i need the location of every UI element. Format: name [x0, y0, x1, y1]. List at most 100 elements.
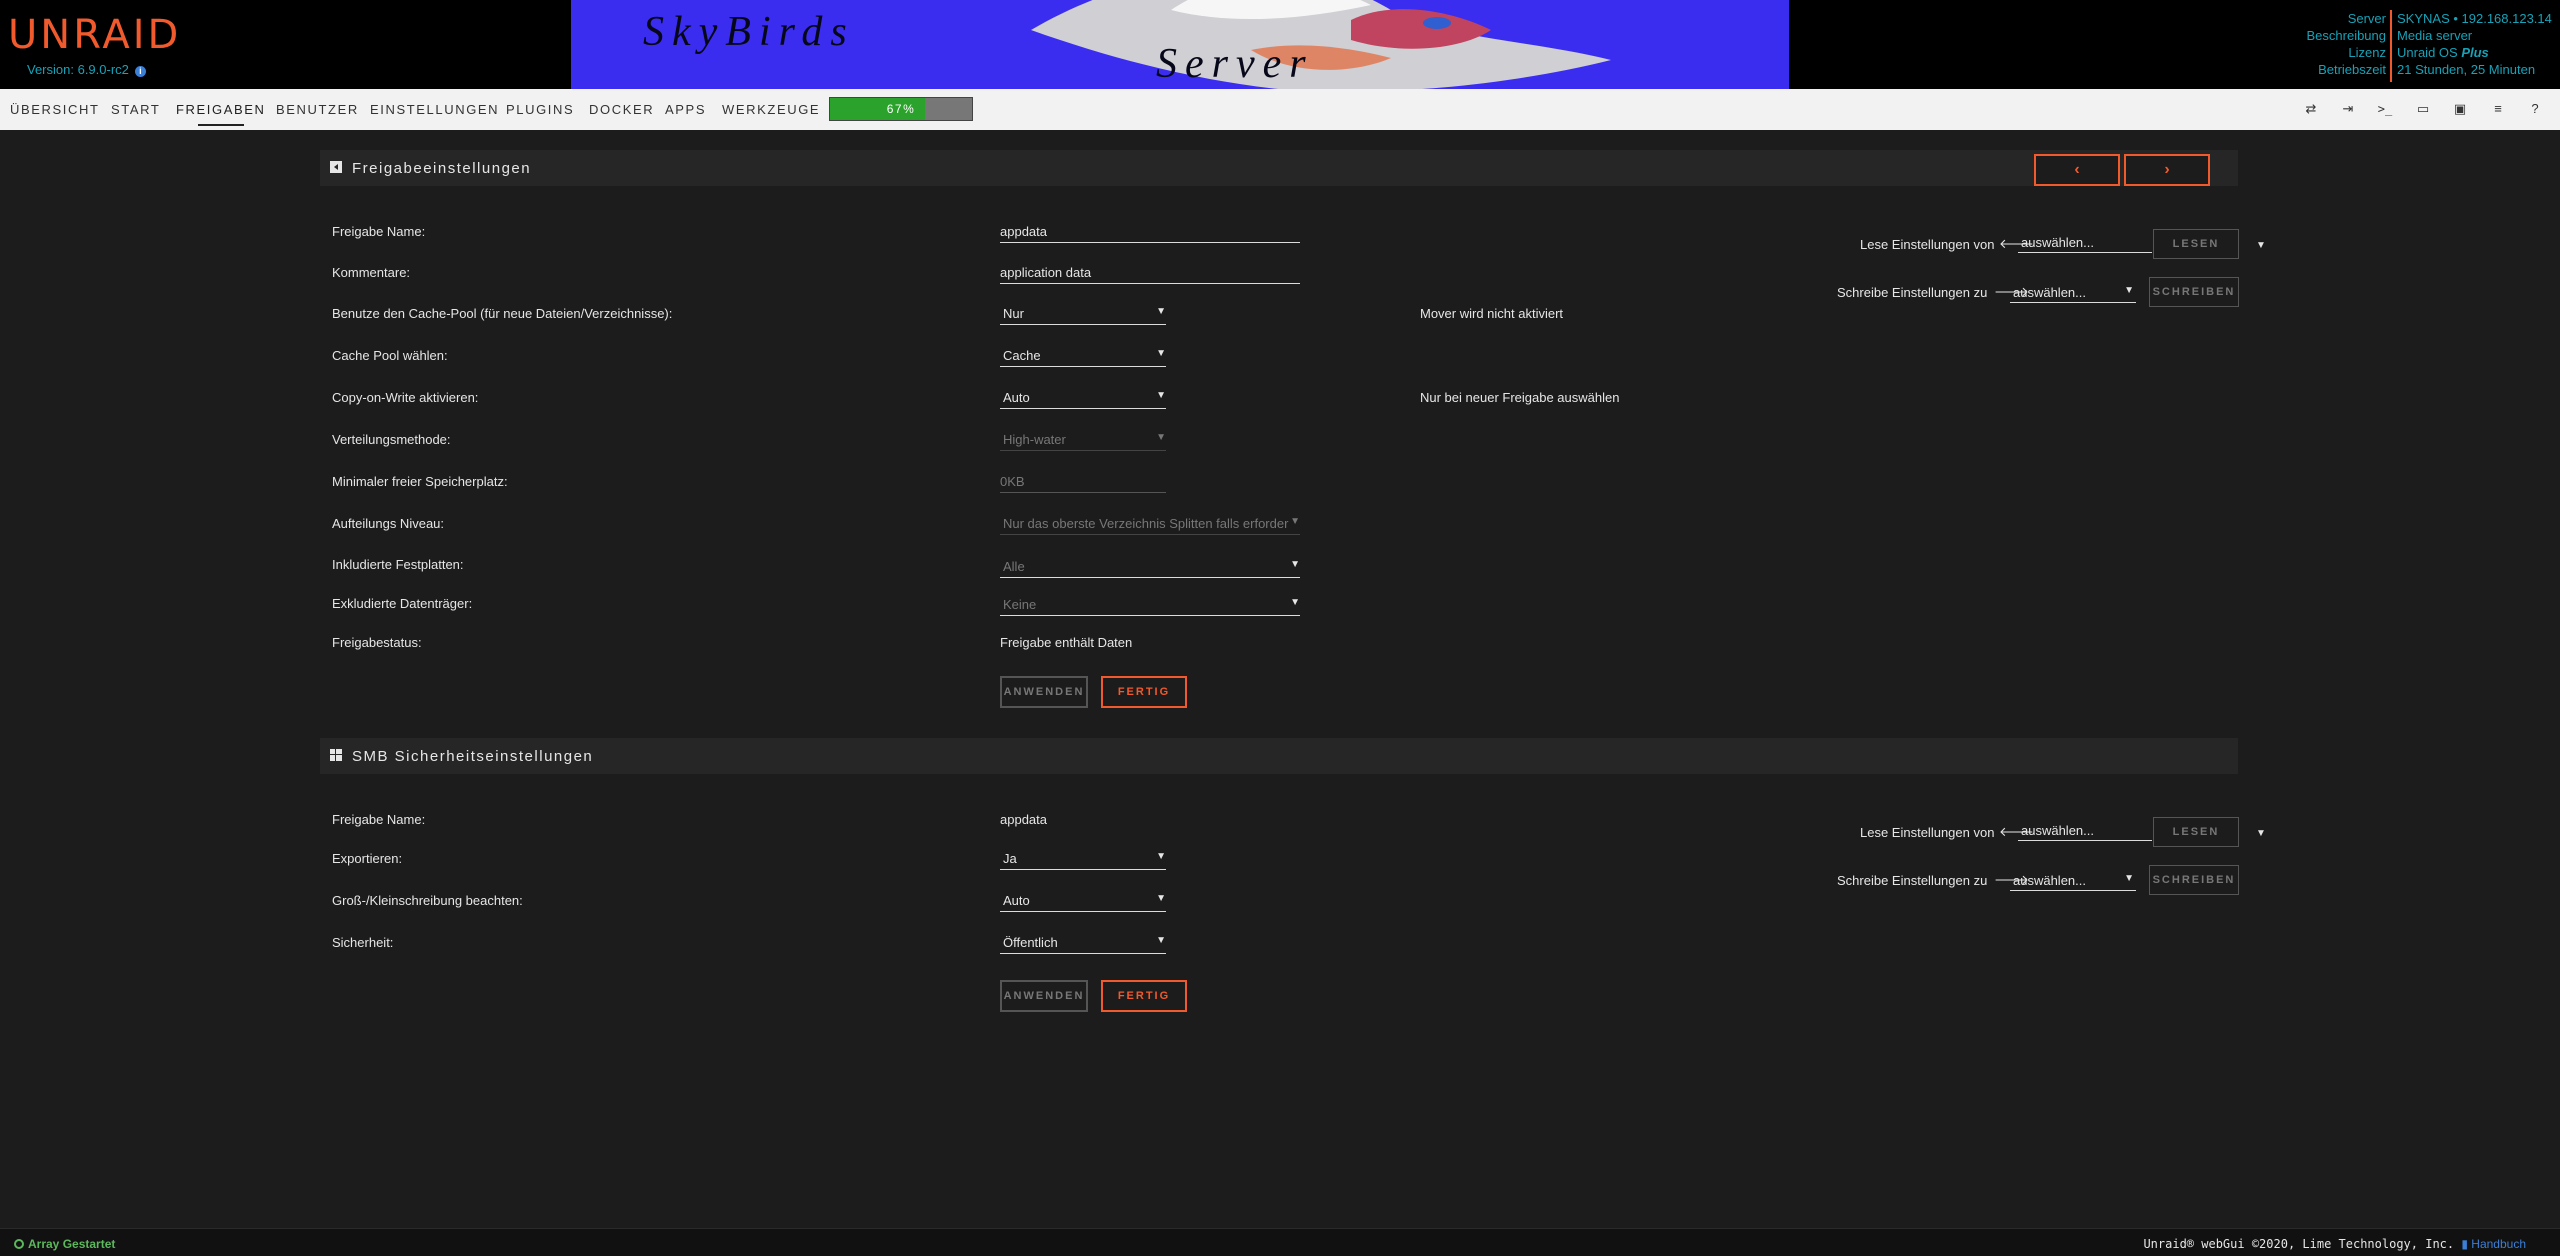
write-button[interactable]: SCHREIBEN [2149, 277, 2239, 307]
banner-subtitle: Server [1156, 41, 1314, 87]
version-label: Version: 6.9.0-rc2 [27, 62, 129, 77]
min-free-input[interactable]: 0KB [1000, 471, 1166, 493]
log-icon[interactable]: ≡ [2490, 101, 2506, 117]
comments-label: Kommentare: [332, 265, 411, 280]
read-button[interactable]: LESEN [2153, 229, 2239, 259]
windows-icon [330, 749, 342, 761]
smb-write-settings-label: Schreibe Einstellungen zu [1837, 873, 1988, 888]
allocation-label: Verteilungsmethode: [332, 432, 451, 447]
smb-write-settings-select[interactable]: auswählen... ▼ [2010, 871, 2136, 891]
array-status-text: Array Gestartet [28, 1237, 116, 1251]
share-name-input[interactable]: appdata [1000, 221, 1300, 243]
server-info-values: SKYNAS • 192.168.123.14 Media server Unr… [2397, 10, 2552, 78]
split-level-select[interactable]: Nur das oberste Verzeichnis Splitten fal… [1000, 513, 1300, 535]
done-button[interactable]: FERTIG [1101, 676, 1187, 708]
next-share-button[interactable]: › [2124, 154, 2210, 186]
excluded-disks-label: Exkludierte Datenträger: [332, 596, 473, 611]
excluded-disks-value: Keine [1003, 597, 1037, 612]
comments-input[interactable]: application data [1000, 262, 1300, 284]
smb-read-settings-value: auswählen... [2021, 823, 2094, 838]
security-select[interactable]: Öffentlich ▼ [1000, 932, 1166, 954]
footer: Array Gestartet Unraid® webGui ©2020, Li… [0, 1228, 2560, 1256]
excluded-disks-select[interactable]: Keine ▼ [1000, 594, 1300, 616]
smb-done-button[interactable]: FERTIG [1101, 980, 1187, 1012]
cow-value: Auto [1003, 390, 1030, 405]
smb-settings-header: SMB Sicherheitseinstellungen [320, 738, 2238, 774]
license-prefix: Unraid OS [2397, 45, 2462, 60]
share-name-label: Freigabe Name: [332, 224, 426, 239]
smb-read-settings-label: Lese Einstellungen von [1860, 825, 1995, 840]
utilization-progress: 67% [829, 97, 973, 121]
nav-item-overview[interactable]: ÜBERSICHT [10, 102, 100, 117]
copyright-text: Unraid® webGui ©2020, Lime Technology, I… [2143, 1237, 2462, 1251]
cow-note: Nur bei neuer Freigabe auswählen [1420, 390, 1620, 405]
case-sensitive-select[interactable]: Auto ▼ [1000, 890, 1166, 912]
min-free-label: Minimaler freier Speicherplatz: [332, 474, 508, 489]
cow-select[interactable]: Auto ▼ [1000, 387, 1166, 409]
use-cache-select[interactable]: Nur ▼ [1000, 303, 1166, 325]
chevron-down-icon[interactable]: ▼ [2256, 240, 2266, 251]
allocation-select[interactable]: High-water ▼ [1000, 429, 1166, 451]
nav-item-shares[interactable]: FREIGABEN [176, 102, 266, 126]
read-settings-label: Lese Einstellungen von [1860, 237, 1995, 252]
included-disks-select[interactable]: Alle ▼ [1000, 556, 1300, 578]
chevron-down-icon: ▼ [1156, 348, 1166, 359]
nav-item-tools[interactable]: WERKZEUGE [722, 102, 820, 117]
share-settings-title: Freigabeeinstellungen [352, 160, 532, 177]
nav-item-plugins[interactable]: PLUGINS [506, 102, 574, 117]
case-sensitive-label: Groß-/Kleinschreibung beachten: [332, 893, 523, 908]
chevron-down-icon: ▼ [1156, 306, 1166, 317]
status-icon [14, 1239, 24, 1249]
nav-item-settings[interactable]: EINSTELLUNGEN [370, 102, 499, 117]
server-info-divider [2390, 10, 2392, 82]
license-label: Lizenz [2348, 45, 2386, 60]
split-level-value: Nur das oberste Verzeichnis Splitten fal… [1003, 516, 1289, 531]
nav-item-start[interactable]: START [111, 102, 160, 117]
feedback-icon[interactable]: ▭ [2415, 101, 2431, 117]
smb-read-settings-select[interactable]: auswählen... [2018, 821, 2152, 841]
server-name[interactable]: SKYNAS • 192.168.123.14 [2397, 10, 2552, 27]
copyright: Unraid® webGui ©2020, Lime Technology, I… [2143, 1237, 2526, 1251]
chevron-down-icon: ▼ [1156, 432, 1166, 443]
apply-button[interactable]: ANWENDEN [1000, 676, 1088, 708]
logout-icon[interactable]: ⇥ [2340, 101, 2356, 117]
chevron-down-icon[interactable]: ▼ [2256, 828, 2266, 839]
allocation-value: High-water [1003, 432, 1066, 447]
chevron-down-icon: ▼ [1290, 597, 1300, 608]
share-settings-icon [330, 161, 342, 173]
manual-link[interactable]: Handbuch [2471, 1237, 2526, 1251]
switch-language-icon[interactable]: ⇄ [2303, 101, 2319, 117]
info-monitor-icon[interactable]: ▣ [2452, 101, 2468, 117]
chevron-down-icon: ▼ [2124, 873, 2134, 884]
terminal-icon[interactable]: >_ [2377, 101, 2393, 117]
previous-share-button[interactable]: ‹ [2034, 154, 2120, 186]
included-disks-value: Alle [1003, 559, 1025, 574]
cache-pool-select[interactable]: Cache ▼ [1000, 345, 1166, 367]
uptime-value: 21 Stunden, 25 Minuten [2397, 62, 2536, 77]
write-settings-select[interactable]: auswählen... ▼ [2010, 283, 2136, 303]
license-value[interactable]: Unraid OS Plus [2397, 44, 2552, 61]
chevron-down-icon: ▼ [1156, 893, 1166, 904]
nav-item-apps[interactable]: APPS [665, 102, 706, 117]
unraid-logo[interactable]: UNRAID [8, 12, 181, 58]
smb-share-name-value: appdata [1000, 812, 1047, 827]
share-status-value: Freigabe enthält Daten [1000, 635, 1133, 650]
use-cache-value: Nur [1003, 306, 1024, 321]
banner-image: SkyBirds Server [571, 0, 1789, 89]
help-icon[interactable]: ? [2527, 101, 2543, 117]
book-icon: ▮ [2461, 1237, 2472, 1251]
smb-apply-button[interactable]: ANWENDEN [1000, 980, 1088, 1012]
read-settings-select[interactable]: auswählen... [2018, 233, 2152, 253]
split-level-label: Aufteilungs Niveau: [332, 516, 445, 531]
server-info-labels: Server Beschreibung Lizenz Betriebszeit [2307, 10, 2387, 78]
nav-item-users[interactable]: BENUTZER [276, 102, 359, 117]
nav-item-docker[interactable]: DOCKER [589, 102, 654, 117]
description-label: Beschreibung [2306, 28, 2387, 43]
smb-write-button[interactable]: SCHREIBEN [2149, 865, 2239, 895]
cache-pool-label: Cache Pool wählen: [332, 348, 448, 363]
export-value: Ja [1003, 851, 1017, 866]
smb-read-button[interactable]: LESEN [2153, 817, 2239, 847]
export-select[interactable]: Ja ▼ [1000, 848, 1166, 870]
server-label: Server [2347, 11, 2386, 26]
info-icon[interactable]: i [134, 66, 146, 77]
